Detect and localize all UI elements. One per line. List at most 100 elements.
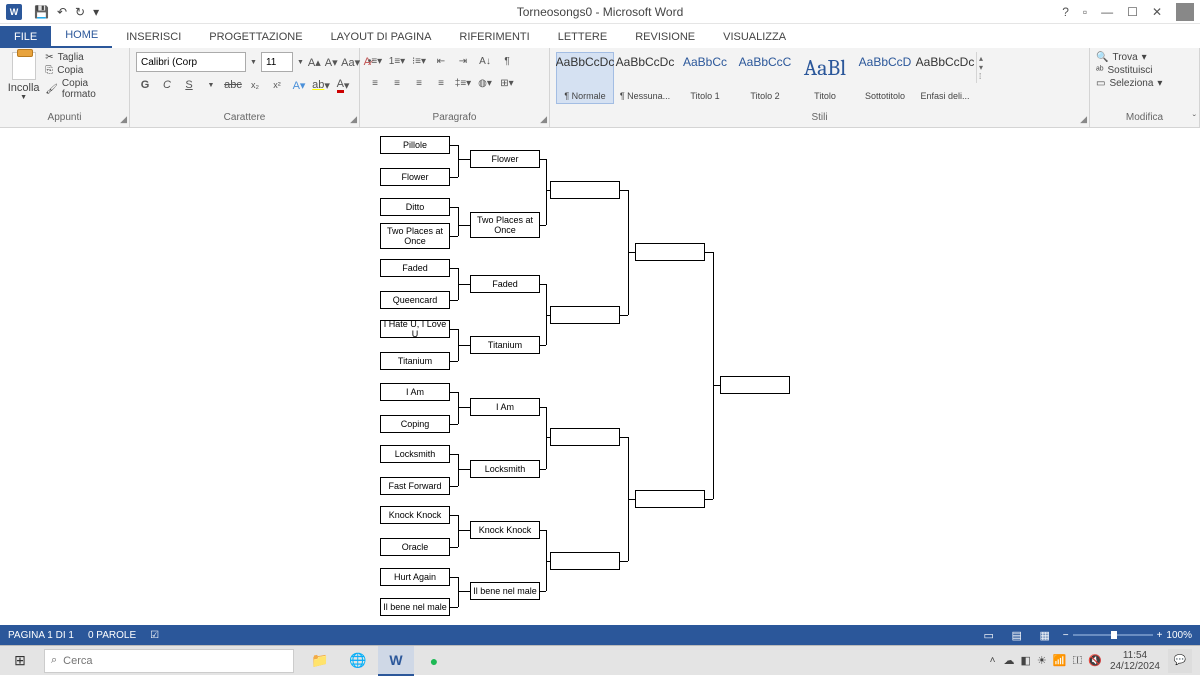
align-right-icon[interactable]: ≡	[410, 74, 428, 92]
read-mode-icon[interactable]: ▭	[979, 627, 999, 643]
highlight-button[interactable]: ab▾	[312, 76, 330, 94]
word-count[interactable]: 0 PAROLE	[88, 630, 136, 641]
connector	[458, 407, 470, 408]
multilevel-icon[interactable]: ⁝≡▾	[410, 52, 428, 70]
style---normale[interactable]: AaBbCcDc¶ Normale	[556, 52, 614, 104]
find-button[interactable]: 🔍Trova ▾	[1096, 52, 1193, 63]
select-button[interactable]: ▭Seleziona ▾	[1096, 78, 1193, 89]
paragraph-launcher-icon[interactable]: ◢	[540, 114, 547, 125]
font-launcher-icon[interactable]: ◢	[350, 114, 357, 125]
weather-icon[interactable]: ☀	[1037, 654, 1047, 667]
grow-font-icon[interactable]: A▴	[308, 53, 321, 71]
onedrive-icon[interactable]: ☁	[1004, 654, 1015, 667]
strikethrough-button[interactable]: abc	[224, 76, 242, 94]
tab-file[interactable]: FILE	[0, 26, 51, 48]
ribbon-options-icon[interactable]: ▫	[1083, 5, 1087, 19]
page-status[interactable]: PAGINA 1 DI 1	[8, 630, 74, 641]
change-case-icon[interactable]: Aa▾	[342, 53, 360, 71]
web-layout-icon[interactable]: ▦	[1035, 627, 1055, 643]
clock[interactable]: 11:54 24/12/2024	[1110, 650, 1160, 672]
styles-more-icon[interactable]: ▴▾⁞	[976, 52, 992, 83]
decrease-indent-icon[interactable]: ⇤	[432, 52, 450, 70]
style-titolo[interactable]: AaBlTitolo	[796, 52, 854, 104]
style-enfasi-deli---[interactable]: AaBbCcDcEnfasi deli...	[916, 52, 974, 104]
sort-icon[interactable]: A↓	[476, 52, 494, 70]
print-layout-icon[interactable]: ▤	[1007, 627, 1027, 643]
shrink-font-icon[interactable]: A▾	[325, 53, 338, 71]
show-marks-icon[interactable]: ¶	[498, 52, 516, 70]
account-icon[interactable]	[1176, 3, 1194, 21]
zoom-out-icon[interactable]: −	[1063, 630, 1069, 641]
save-icon[interactable]: 💾	[34, 5, 49, 19]
connector	[546, 437, 550, 438]
italic-button[interactable]: C	[158, 76, 176, 94]
undo-icon[interactable]: ↶	[57, 5, 67, 19]
document-area[interactable]: PilloleFlowerDittoTwo Places at OnceFade…	[0, 128, 1200, 639]
style---nessuna---[interactable]: AaBbCcDc¶ Nessuna...	[616, 52, 674, 104]
clipboard-launcher-icon[interactable]: ◢	[120, 114, 127, 125]
increase-indent-icon[interactable]: ⇥	[454, 52, 472, 70]
bullets-icon[interactable]: •≡▾	[366, 52, 384, 70]
zoom-slider[interactable]	[1073, 634, 1153, 636]
text-effects-icon[interactable]: A▾	[290, 76, 308, 94]
zoom-level[interactable]: 100%	[1166, 630, 1192, 641]
spotify-icon[interactable]: ●	[416, 646, 452, 676]
paste-button[interactable]: Incolla ▼	[6, 52, 41, 108]
tab-design[interactable]: PROGETTAZIONE	[195, 26, 316, 48]
search-input[interactable]	[63, 655, 287, 667]
font-color-button[interactable]: A▾	[334, 76, 352, 94]
word-taskbar-icon[interactable]: W	[378, 646, 414, 676]
start-button[interactable]: ⊞	[0, 646, 40, 676]
explorer-icon[interactable]: 📁	[302, 646, 338, 676]
borders-icon[interactable]: ⊞▾	[498, 74, 516, 92]
font-size-dropdown-icon[interactable]: ▼	[297, 53, 304, 71]
wifi-icon[interactable]: 📶	[1053, 654, 1067, 667]
style-titolo-1[interactable]: AaBbCcTitolo 1	[676, 52, 734, 104]
font-size-input[interactable]	[261, 52, 293, 72]
font-name-input[interactable]	[136, 52, 246, 72]
style-sottotitolo[interactable]: AaBbCcDSottotitolo	[856, 52, 914, 104]
minimize-icon[interactable]: —	[1101, 5, 1113, 19]
close-icon[interactable]: ✕	[1152, 5, 1162, 19]
superscript-button[interactable]: x²	[268, 76, 286, 94]
spellcheck-icon[interactable]: ☑	[150, 630, 159, 641]
zoom-in-icon[interactable]: +	[1157, 630, 1163, 641]
language-icon[interactable]: 🇮	[1072, 654, 1082, 667]
qat-more-icon[interactable]: ▾	[93, 5, 99, 19]
numbering-icon[interactable]: 1≡▾	[388, 52, 406, 70]
line-spacing-icon[interactable]: ‡≡▾	[454, 74, 472, 92]
copy-button[interactable]: ⎘Copia	[45, 65, 123, 76]
collapse-ribbon-icon[interactable]: ˇ	[1193, 114, 1196, 125]
tab-references[interactable]: RIFERIMENTI	[445, 26, 543, 48]
bold-button[interactable]: G	[136, 76, 154, 94]
replace-button[interactable]: ᵃᵇSostituisci	[1096, 65, 1193, 76]
shading-icon[interactable]: ◍▾	[476, 74, 494, 92]
taskbar-search[interactable]: ⌕	[44, 649, 294, 673]
maximize-icon[interactable]: ☐	[1127, 5, 1138, 19]
redo-icon[interactable]: ↻	[75, 5, 85, 19]
underline-button[interactable]: S	[180, 76, 198, 94]
notifications-icon[interactable]: 💬	[1168, 649, 1192, 673]
tab-review[interactable]: REVISIONE	[621, 26, 709, 48]
align-center-icon[interactable]: ≡	[388, 74, 406, 92]
volume-icon[interactable]: 🔇	[1088, 654, 1102, 667]
tab-mailings[interactable]: LETTERE	[544, 26, 622, 48]
tab-layout[interactable]: LAYOUT DI PAGINA	[317, 26, 446, 48]
style-titolo-2[interactable]: AaBbCcCTitolo 2	[736, 52, 794, 104]
tab-view[interactable]: VISUALIZZA	[709, 26, 800, 48]
font-name-dropdown-icon[interactable]: ▼	[250, 53, 257, 71]
format-painter-button[interactable]: 🖌Copia formato	[45, 78, 123, 100]
tray-chevron-icon[interactable]: ˄	[990, 655, 996, 666]
align-left-icon[interactable]: ≡	[366, 74, 384, 92]
cut-button[interactable]: ✂Taglia	[45, 52, 123, 63]
justify-icon[interactable]: ≡	[432, 74, 450, 92]
styles-launcher-icon[interactable]: ◢	[1080, 114, 1087, 125]
chrome-icon[interactable]: 🌐	[340, 646, 376, 676]
underline-more-icon[interactable]: ▼	[202, 76, 220, 94]
tab-insert[interactable]: INSERISCI	[112, 26, 195, 48]
help-icon[interactable]: ?	[1062, 5, 1069, 19]
connector	[540, 469, 546, 470]
tray-app-icon[interactable]: ◧	[1021, 654, 1031, 667]
subscript-button[interactable]: x₂	[246, 76, 264, 94]
tab-home[interactable]: HOME	[51, 24, 112, 48]
